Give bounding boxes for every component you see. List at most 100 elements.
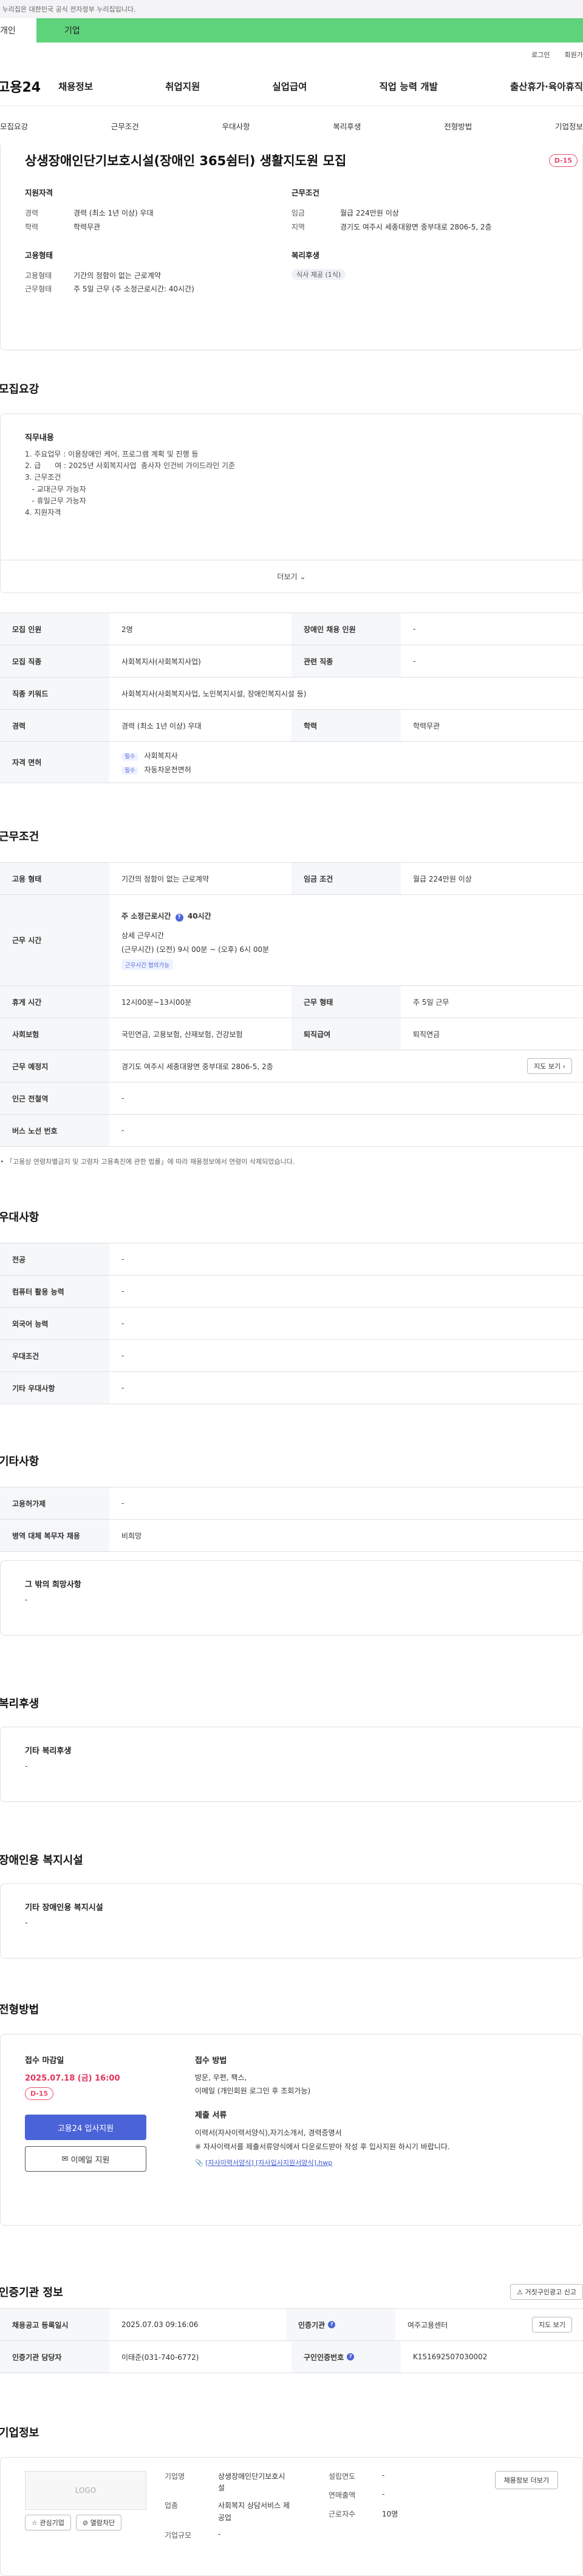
recruit-row-key: 장애인 채용 인원 <box>292 613 401 645</box>
interest-label: 관심기업 <box>39 2519 64 2527</box>
info-icon[interactable]: ? <box>347 2353 355 2360</box>
qual-heading: 지원자격 <box>25 188 53 197</box>
report-button-label: 거짓구인광고 신고 <box>525 2288 576 2296</box>
login-link[interactable]: 로그인 <box>531 50 550 59</box>
cert-title: 인증기관 정보 <box>0 2286 63 2299</box>
company-key: 설립연도 <box>329 2472 356 2481</box>
duty-line: 3. 근무조건 <box>25 473 61 482</box>
company-size: - <box>218 2529 221 2538</box>
report-icon: ⚠ <box>517 2288 523 2296</box>
apply-button-label: 고용24 입사지원 <box>57 2124 114 2133</box>
etc-row: 고용허가제 - <box>0 1487 583 1520</box>
more-button[interactable]: 더보기 ⌄ <box>1 560 582 593</box>
duty-line: 1. 주요업무 : 이용장애인 케어, 프로그램 계획 및 진행 등 <box>25 450 199 458</box>
duty-lines: 1. 주요업무 : 이용장애인 케어, 프로그램 계획 및 진행 등 2. 급 여… <box>25 449 558 518</box>
cond-key: 지역 <box>292 222 305 231</box>
work-row-value: 12시00분~13시00분 <box>121 997 192 1007</box>
work-row-key: 휴게 시간 <box>0 986 109 1018</box>
place-value: 경기도 여주시 세종대왕면 중부대로 2806-5, 2층 <box>121 1062 273 1071</box>
block-view-button[interactable]: ⊘ 열람차단 <box>75 2515 122 2530</box>
company-jobs-button[interactable]: 채용정보 더보기 <box>494 2471 558 2489</box>
cert-row-key: 인증기관? <box>286 2309 395 2340</box>
work-row-key: 인근 전철역 <box>0 1082 109 1114</box>
section-tab[interactable]: 모집요강 <box>0 120 28 132</box>
gnb-item[interactable]: 실업급여 <box>272 80 307 93</box>
pref-row-value: - <box>121 1351 124 1360</box>
pref-row-key: 외국어 능력 <box>0 1308 109 1339</box>
deadline-date: 2025.07.18 (금) 16:00 <box>25 2074 120 2083</box>
recruit-row-value: - <box>413 625 416 633</box>
etc-title: 기타사항 <box>0 1455 39 1468</box>
work-row: 휴게 시간 12시00분~13시00분 근무 형태 주 5일 근무 <box>0 986 583 1018</box>
map-button[interactable]: 지도 보기 › <box>527 1058 572 1074</box>
emp-value: 주 5일 근무 (주 소정근로시간: 40시간) <box>73 285 194 294</box>
corporate-tab-label: 기업 <box>64 26 80 36</box>
time-key: 근무 시간 <box>0 895 109 985</box>
disabled-box-value: - <box>25 1918 28 1927</box>
gnb-item[interactable]: 출산휴가·육아휴직 <box>510 80 583 93</box>
recruit-row: 모집 직종 사회복지사(사회복지사업) 관련 직종 - <box>0 645 583 678</box>
detail-hours-heading: 상세 근무시간 <box>121 931 165 940</box>
pref-row: 전공 - <box>0 1243 583 1276</box>
gov-notice-text: 이 누리집은 대한민국 공식 전자정부 누리집입니다. <box>0 5 136 13</box>
duty-line: - 휴일근무 가능자 <box>25 496 86 505</box>
company-info-1: 기업명 상생장애인단기보호시설 업종 사회복지 상담서비스 제공업 기업규모 - <box>165 2471 310 2563</box>
work-row-key: 퇴직급여 <box>292 1018 401 1050</box>
method-block: 접수 방법 방문, 우편, 팩스, 이메일 (개인회원 로그인 후 조회가능) … <box>195 2054 558 2206</box>
page: 이 누리집은 대한민국 공식 전자정부 누리집입니다. 개인 기업 로그인 회원… <box>0 0 583 2576</box>
section-tab[interactable]: 근무조건 <box>111 120 139 132</box>
recruit-row-value: 경력 (최소 1년 이상) 우대 <box>121 721 202 730</box>
company-jobs-label: 채용정보 더보기 <box>503 2476 549 2484</box>
duty-heading: 직무내용 <box>25 433 54 443</box>
bullet-icon: • <box>0 1158 4 1166</box>
company-est: - <box>382 2471 385 2479</box>
interest-company-button[interactable]: ☆ 관심기업 <box>25 2515 71 2530</box>
map-button[interactable]: 지도 보기 <box>532 2317 572 2333</box>
company-key: 연매출액 <box>329 2491 356 2500</box>
license-row: 자격 면허 필수 사회복지사 필수 자동차운전면허 <box>0 742 583 783</box>
emp-value: 기간의 정함이 없는 근로계약 <box>73 271 161 280</box>
qual-block: 지원자격 경력 경력 (최소 1년 이상) 우대 학력 학력무관 <box>25 186 292 234</box>
company-card: LOGO ☆ 관심기업 ⊘ 열람차단 기업명 상생장애인단기보호시설 업종 사회복지… <box>0 2457 583 2576</box>
info-icon[interactable]: ? <box>175 913 183 922</box>
qual-key: 학력 <box>25 222 39 231</box>
section-tab[interactable]: 전형방법 <box>444 120 472 132</box>
duty-box: 직무내용 1. 주요업무 : 이용장애인 케어, 프로그램 계획 및 진행 등 2… <box>0 413 583 593</box>
section-tab[interactable]: 우대사항 <box>222 120 250 132</box>
gnb-item[interactable]: 취업지원 <box>165 80 200 93</box>
benefit-title: 복리후생 <box>0 1698 39 1710</box>
work-key: 임금 조건 <box>292 863 401 894</box>
company-industry: 사회복지 상담서비스 제공업 <box>218 2501 290 2522</box>
etc-row-value: 비희망 <box>121 1531 142 1540</box>
cert-row-key: 인증기관 담당자 <box>0 2341 109 2373</box>
pref-row-key: 기타 우대사항 <box>0 1372 109 1404</box>
gnb-item[interactable]: 직업 능력 개발 <box>380 80 438 93</box>
gnb-item[interactable]: 채용정보 <box>58 80 93 93</box>
etc-row-value: - <box>121 1499 124 1507</box>
section-tab[interactable]: 복리후생 <box>333 120 361 132</box>
etc-row-key: 병역 대체 복무자 채용 <box>0 1520 109 1551</box>
info-icon[interactable]: ? <box>328 2321 336 2328</box>
section-tab[interactable]: 기업정보 <box>555 120 583 132</box>
report-button[interactable]: ⚠ 거짓구인광고 신고 <box>510 2284 583 2300</box>
email-apply-label: 이메일 지원 <box>70 2155 110 2165</box>
attachment-link[interactable]: 📎 [자사이력서양식] [자사입사지원서양식].hwp <box>195 2158 558 2167</box>
etc-box-value: - <box>25 1596 28 1604</box>
personal-tab[interactable]: 개인 <box>0 18 36 42</box>
work-row: 인근 전철역 - <box>0 1082 583 1115</box>
attachment-label: [자사이력서양식] [자사입사지원서양식].hwp <box>205 2158 333 2167</box>
work-row-value: 퇴직연금 <box>413 1030 440 1039</box>
required-tag: 필수 <box>121 766 138 775</box>
site-logo[interactable]: 고용24 <box>0 76 58 96</box>
benefit-box-heading: 기타 복리후생 <box>25 1747 72 1756</box>
recruit-section: 모집요강 직무내용 1. 주요업무 : 이용장애인 케어, 프로그램 계획 및 … <box>0 381 583 783</box>
cert-row-value: 이태준(031-740-6772) <box>121 2353 199 2362</box>
cert-row-value: K151692507030002 <box>413 2353 488 2361</box>
email-apply-button[interactable]: ✉ 이메일 지원 <box>25 2146 146 2172</box>
company-key: 업종 <box>165 2501 179 2510</box>
apply-button[interactable]: 고용24 입사지원 <box>25 2115 146 2140</box>
gov-notice-bar: 이 누리집은 대한민국 공식 전자정부 누리집입니다. <box>0 0 583 18</box>
signup-link[interactable]: 회원가입 <box>565 50 583 59</box>
corporate-tab[interactable]: 기업 <box>36 18 583 42</box>
cond-key: 임금 <box>292 209 305 217</box>
